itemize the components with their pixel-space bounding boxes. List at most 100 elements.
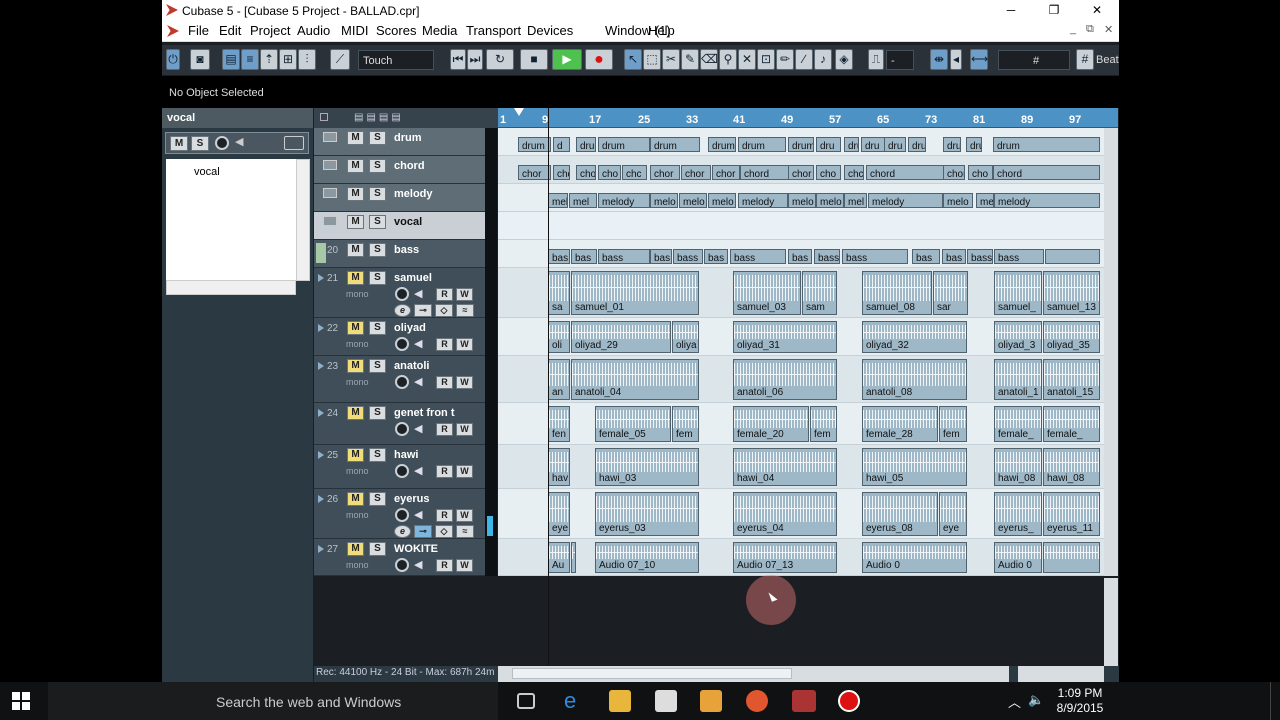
- solo-button[interactable]: S: [369, 542, 386, 556]
- mute-button[interactable]: M: [347, 159, 364, 173]
- audio-event[interactable]: female_: [1043, 406, 1100, 442]
- expand-track-icon[interactable]: [318, 451, 324, 459]
- mute-button[interactable]: M: [347, 448, 364, 462]
- audio-event[interactable]: eyerus_04: [733, 492, 837, 536]
- project-cursor[interactable]: [548, 108, 549, 672]
- event-display[interactable]: drumddrudrumdrumdrumdrumdrumdrudrudrudru…: [498, 128, 1104, 576]
- midi-part[interactable]: cho: [576, 165, 596, 180]
- solo-button[interactable]: S: [369, 243, 386, 257]
- autoscroll-icon[interactable]: ⎍: [868, 49, 884, 70]
- menu-devices[interactable]: Devices: [527, 23, 573, 38]
- color-tool-icon[interactable]: ◈: [835, 49, 853, 70]
- read-automation-button[interactable]: R: [436, 338, 453, 351]
- midi-part[interactable]: drum: [650, 137, 700, 152]
- mute-button[interactable]: M: [347, 131, 364, 145]
- mute-button[interactable]: M: [347, 321, 364, 335]
- midi-part[interactable]: mel: [844, 193, 867, 208]
- audio-event[interactable]: oliyad_3: [994, 321, 1042, 353]
- midi-part[interactable]: dru: [844, 137, 859, 152]
- read-automation-button[interactable]: R: [436, 423, 453, 436]
- write-automation-button[interactable]: W: [456, 338, 473, 351]
- audio-event[interactable]: anatoli_08: [862, 359, 967, 400]
- doc-restore-button[interactable]: ⧉: [1086, 23, 1094, 36]
- beat-label[interactable]: Beat: [1092, 50, 1119, 70]
- audio-event[interactable]: fem: [939, 406, 967, 442]
- inspector-track-name[interactable]: vocal: [162, 108, 313, 128]
- solo-button[interactable]: S: [369, 215, 386, 229]
- midi-part[interactable]: bass: [730, 249, 786, 264]
- snap-mode-arrow-icon[interactable]: ◂: [950, 49, 962, 70]
- midi-part[interactable]: dru: [908, 137, 926, 152]
- write-automation-button[interactable]: W: [456, 288, 473, 301]
- midi-part[interactable]: cho: [553, 165, 570, 180]
- audio-event[interactable]: [1043, 542, 1100, 573]
- zoom-slider[interactable]: [1018, 666, 1104, 682]
- show-pool-icon[interactable]: ⊞: [279, 49, 297, 70]
- write-automation-button[interactable]: W: [456, 423, 473, 436]
- audio-event[interactable]: sar: [933, 271, 968, 315]
- menu-scores[interactable]: Scores: [376, 23, 416, 38]
- audio-event[interactable]: anatoli_1: [994, 359, 1042, 400]
- audio-event[interactable]: Audio 0: [994, 542, 1042, 573]
- audio-event[interactable]: sa: [548, 271, 570, 315]
- audio-event[interactable]: fem: [810, 406, 837, 442]
- mute-tool-icon[interactable]: ✕: [738, 49, 756, 70]
- monitor-icon[interactable]: ◀: [414, 464, 422, 477]
- audio-event[interactable]: samuel_01: [571, 271, 699, 315]
- midi-part[interactable]: chor: [518, 165, 551, 180]
- audio-event[interactable]: Audio 07_13: [733, 542, 837, 573]
- inspector-monitor-icon[interactable]: ◀: [235, 135, 243, 148]
- midi-part[interactable]: dru: [966, 137, 982, 152]
- midi-part[interactable]: chord: [866, 165, 946, 180]
- close-button[interactable]: ✕: [1075, 0, 1119, 20]
- audio-event[interactable]: Audio 07_10: [595, 542, 699, 573]
- cubase-taskbar-icon[interactable]: [792, 690, 816, 712]
- time-warp-tool-icon[interactable]: ⊡: [757, 49, 775, 70]
- midi-part[interactable]: bas: [942, 249, 966, 264]
- record-enable-icon[interactable]: [395, 558, 409, 572]
- monitor-icon[interactable]: ◀: [414, 337, 422, 350]
- solo-button[interactable]: S: [369, 448, 386, 462]
- track-list-view-icons[interactable]: ▤▤▤▤: [354, 112, 404, 123]
- audio-event[interactable]: fen: [548, 406, 570, 442]
- mute-button[interactable]: M: [347, 215, 364, 229]
- show-inspector-icon[interactable]: ▤: [222, 49, 240, 70]
- stop-icon[interactable]: ■: [520, 49, 548, 70]
- audio-event[interactable]: samuel_03: [733, 271, 801, 315]
- mute-button[interactable]: M: [347, 271, 364, 285]
- read-automation-button[interactable]: R: [436, 559, 453, 572]
- midi-part[interactable]: chor: [681, 165, 711, 180]
- timeline-ruler[interactable]: 1 9 17 25 33 41 49 57 65 73 81 89 97: [498, 108, 1118, 128]
- minimize-button[interactable]: ─: [989, 0, 1033, 20]
- menu-audio[interactable]: Audio: [297, 23, 330, 38]
- track-eyerus[interactable]: 26 M S eyerus mono ◀ R W e ⊸ ◇ ≈: [314, 489, 485, 539]
- maximize-button[interactable]: ❐: [1032, 0, 1076, 20]
- midi-part[interactable]: melody: [598, 193, 650, 208]
- activate-project-icon[interactable]: ⏻: [166, 49, 180, 70]
- audio-event[interactable]: female_: [994, 406, 1042, 442]
- midi-part[interactable]: drum: [788, 137, 814, 152]
- audio-event[interactable]: female_20: [733, 406, 809, 442]
- screen-recorder-icon[interactable]: [838, 690, 860, 712]
- midi-part[interactable]: melo: [679, 193, 707, 208]
- menu-help[interactable]: Help: [648, 23, 675, 38]
- event-vertical-scrollbar[interactable]: [1104, 128, 1118, 576]
- record-enable-icon[interactable]: [395, 337, 409, 351]
- record-enable-icon[interactable]: [395, 464, 409, 478]
- audio-event[interactable]: oliyad_31: [733, 321, 837, 353]
- expand-track-icon[interactable]: [318, 362, 324, 370]
- expand-track-icon[interactable]: [318, 274, 324, 282]
- go-to-start-icon[interactable]: ⏮: [450, 49, 466, 70]
- audio-event[interactable]: an: [548, 359, 570, 400]
- midi-part[interactable]: chor: [943, 165, 965, 180]
- track-vocal[interactable]: M S vocal: [314, 212, 485, 240]
- read-automation-button[interactable]: R: [436, 465, 453, 478]
- midi-part[interactable]: bass: [598, 249, 650, 264]
- midi-part[interactable]: mel: [548, 193, 568, 208]
- menu-file[interactable]: File: [188, 23, 209, 38]
- midi-part[interactable]: bas: [704, 249, 728, 264]
- insert-icon[interactable]: ◇: [435, 525, 453, 538]
- midi-part[interactable]: melo: [650, 193, 678, 208]
- write-automation-button[interactable]: W: [456, 376, 473, 389]
- cubase-menu-icon[interactable]: [167, 25, 179, 37]
